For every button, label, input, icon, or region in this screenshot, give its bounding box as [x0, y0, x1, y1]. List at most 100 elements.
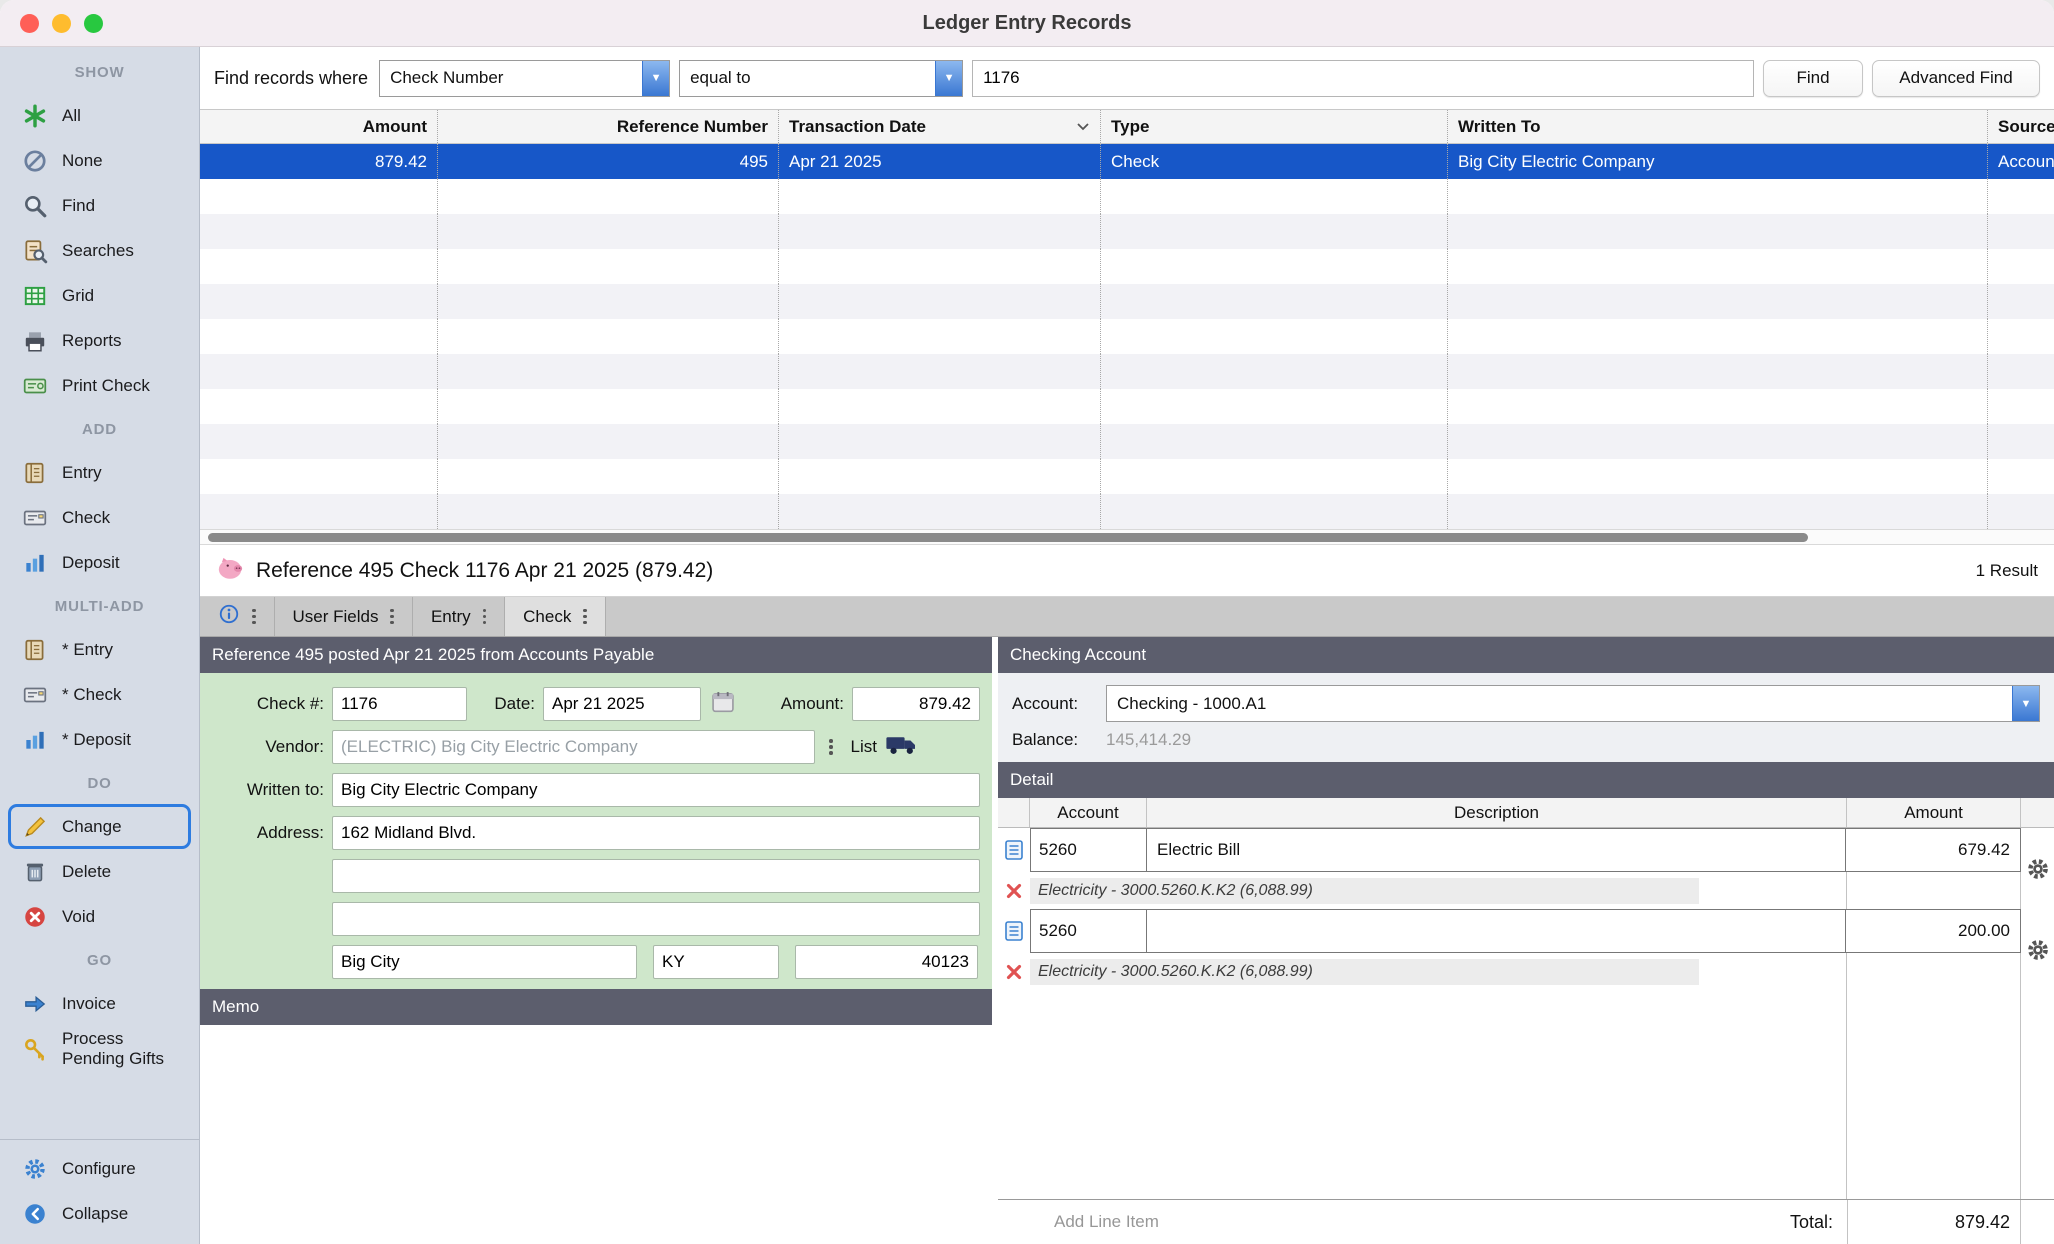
line-item-amount[interactable]: 200.00 — [1846, 909, 2021, 953]
tab-menu-kebab-icon[interactable] — [252, 609, 256, 625]
sidebar-item-multi-entry[interactable]: * Entry — [0, 627, 199, 672]
table-row-selected[interactable]: 879.42 495 Apr 21 2025 Check Big City El… — [200, 144, 2054, 179]
tab-info[interactable] — [200, 597, 275, 636]
void-icon — [22, 904, 48, 930]
invoice-arrow-icon — [22, 991, 48, 1017]
tab-menu-kebab-icon[interactable] — [583, 609, 587, 625]
sidebar-item-print-check[interactable]: Print Check — [0, 363, 199, 408]
line-item-account[interactable]: 5260 — [1030, 828, 1147, 872]
add-line-item-button[interactable]: Add Line Item — [1054, 1200, 1159, 1244]
column-header-written-to[interactable]: Written To — [1448, 110, 1988, 143]
check-number-input[interactable] — [332, 687, 467, 721]
vendor-menu-kebab-icon[interactable] — [829, 739, 833, 755]
address-line1-input[interactable] — [332, 816, 980, 850]
sidebar-section-add: ADD — [0, 408, 199, 450]
column-header-amount[interactable]: Amount — [200, 110, 438, 143]
column-header-reference-number[interactable]: Reference Number — [438, 110, 779, 143]
table-row-empty — [200, 494, 2054, 529]
find-field-dropdown[interactable]: Check Number ▼ — [379, 60, 670, 97]
column-header-transaction-date[interactable]: Transaction Date — [779, 110, 1101, 143]
sidebar-item-deposit[interactable]: Deposit — [0, 540, 199, 585]
memo-header: Memo — [200, 989, 992, 1025]
tab-menu-kebab-icon[interactable] — [483, 609, 487, 625]
deposit-bars-icon — [22, 727, 48, 753]
sidebar-item-change[interactable]: Change — [8, 804, 191, 849]
line-item-description[interactable]: Electric Bill — [1147, 828, 1846, 872]
memo-field[interactable] — [200, 1025, 992, 1244]
tab-check[interactable]: Check — [505, 597, 606, 636]
line-item-description[interactable] — [1147, 909, 1846, 953]
sidebar-item-label: Invoice — [62, 994, 116, 1014]
ledger-lookup-icon[interactable] — [998, 909, 1030, 953]
zip-input[interactable] — [795, 945, 978, 979]
line-item-amount[interactable]: 679.42 — [1846, 828, 2021, 872]
truck-icon[interactable] — [885, 732, 919, 763]
pencil-icon — [22, 814, 48, 840]
date-input[interactable] — [543, 687, 701, 721]
horizontal-scrollbar[interactable] — [200, 529, 2054, 545]
sidebar-item-find[interactable]: Find — [0, 183, 199, 228]
sidebar-item-reports[interactable]: Reports — [0, 318, 199, 363]
sidebar-section-go: GO — [0, 939, 199, 981]
vendor-input[interactable] — [332, 730, 815, 764]
sidebar-item-void[interactable]: Void — [0, 894, 199, 939]
sidebar-item-label: Change — [62, 817, 122, 837]
check-number-label: Check #: — [212, 694, 324, 714]
gear-column-spacer — [2021, 1200, 2054, 1244]
column-header-type[interactable]: Type — [1101, 110, 1448, 143]
advanced-find-button[interactable]: Advanced Find — [1872, 60, 2040, 97]
find-button[interactable]: Find — [1763, 60, 1863, 97]
sidebar-item-configure[interactable]: Configure — [0, 1146, 199, 1191]
account-dropdown[interactable]: Checking - 1000.A1 ▼ — [1106, 685, 2040, 722]
vendor-list-label[interactable]: List — [851, 737, 877, 757]
sidebar-item-process-pending-gifts[interactable]: Process Pending Gifts — [0, 1026, 199, 1071]
tab-label: User Fields — [293, 607, 379, 627]
sidebar-item-none[interactable]: None — [0, 138, 199, 183]
sidebar-item-all[interactable]: All — [0, 93, 199, 138]
sidebar-item-label: Collapse — [62, 1204, 128, 1224]
sidebar-item-entry[interactable]: Entry — [0, 450, 199, 495]
minimize-button[interactable] — [52, 14, 71, 33]
close-button[interactable] — [20, 14, 39, 33]
sidebar-item-label: Deposit — [62, 553, 120, 573]
checking-account-header: Checking Account — [998, 637, 2054, 673]
sidebar-item-collapse[interactable]: Collapse — [0, 1191, 199, 1236]
address-line3-input[interactable] — [332, 902, 980, 936]
tab-entry[interactable]: Entry — [413, 597, 505, 636]
remove-line-icon[interactable] — [998, 961, 1030, 983]
written-to-input[interactable] — [332, 773, 980, 807]
zoom-button[interactable] — [84, 14, 103, 33]
ledger-lookup-icon[interactable] — [998, 828, 1030, 872]
sidebar-item-multi-check[interactable]: * Check — [0, 672, 199, 717]
find-operator-dropdown[interactable]: equal to ▼ — [679, 60, 963, 97]
remove-line-icon[interactable] — [998, 880, 1030, 902]
tab-user-fields[interactable]: User Fields — [275, 597, 413, 636]
deposit-bars-icon — [22, 550, 48, 576]
sidebar-item-multi-deposit[interactable]: * Deposit — [0, 717, 199, 762]
line-item-gear-icon[interactable] — [2021, 909, 2054, 990]
amount-input[interactable] — [852, 687, 980, 721]
sidebar-item-searches[interactable]: Searches — [0, 228, 199, 273]
total-amount: 879.42 — [1847, 1200, 2021, 1244]
address-line2-input[interactable] — [332, 859, 980, 893]
line-item-gear-icon[interactable] — [2021, 828, 2054, 909]
none-icon — [22, 148, 48, 174]
column-header-source[interactable]: Source — [1988, 110, 2054, 143]
search-input[interactable] — [972, 60, 1754, 97]
horizontal-scrollbar-thumb[interactable] — [208, 533, 1808, 542]
sidebar-item-invoice[interactable]: Invoice — [0, 981, 199, 1026]
tab-bar: User Fields Entry Check — [200, 597, 2054, 637]
account-value: Checking - 1000.A1 — [1107, 694, 1276, 714]
sidebar-item-grid[interactable]: Grid — [0, 273, 199, 318]
sidebar-item-check[interactable]: Check — [0, 495, 199, 540]
tab-menu-kebab-icon[interactable] — [390, 609, 394, 625]
sidebar-footer: Configure Collapse — [0, 1139, 199, 1244]
sort-chevron-icon — [1076, 122, 1090, 131]
detail-total-row: Add Line Item Total: 879.42 — [998, 1199, 2054, 1244]
calendar-icon[interactable] — [709, 688, 737, 721]
sidebar-item-delete[interactable]: Delete — [0, 849, 199, 894]
line-item-account[interactable]: 5260 — [1030, 909, 1147, 953]
sidebar-item-label: Reports — [62, 331, 122, 351]
city-input[interactable] — [332, 945, 637, 979]
state-input[interactable] — [653, 945, 779, 979]
